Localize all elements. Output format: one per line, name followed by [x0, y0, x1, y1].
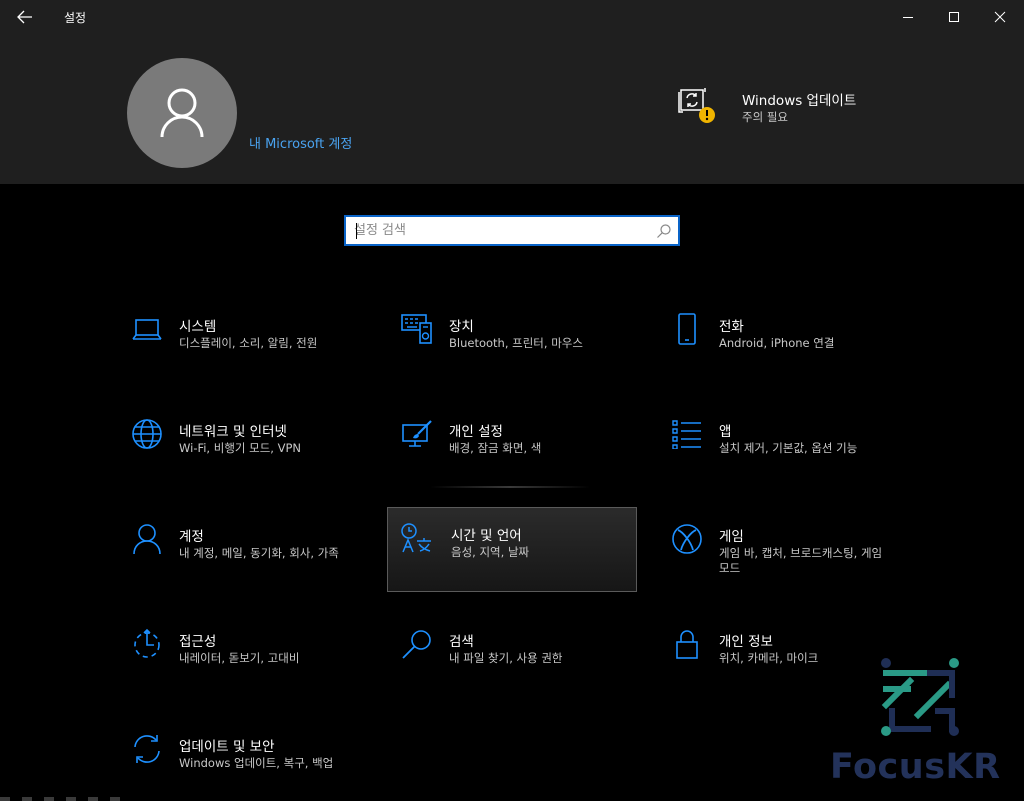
category-label: 시간 및 언어 — [451, 528, 522, 544]
minimize-button[interactable] — [885, 0, 931, 34]
back-button[interactable] — [12, 5, 38, 29]
category-description: 설치 제거, 기본값, 옵션 기능 — [719, 441, 858, 455]
close-button[interactable] — [977, 0, 1023, 34]
category-description: 내 계정, 메일, 동기화, 회사, 가족 — [179, 546, 339, 560]
devices-icon — [400, 312, 434, 346]
laptop-icon — [130, 312, 164, 346]
apps-list-icon — [670, 417, 704, 451]
category-devices[interactable]: 장치 Bluetooth, 프린터, 마우스 — [400, 312, 650, 396]
category-label: 앱 — [719, 424, 732, 440]
category-label: 게임 — [719, 529, 744, 545]
category-label: 장치 — [449, 319, 474, 335]
search-input[interactable] — [354, 220, 650, 241]
watermark: FocusKR — [830, 655, 1020, 795]
watermark-logo-icon — [881, 658, 959, 736]
category-time-language[interactable]: 시간 및 언어 음성, 지역, 날짜 — [387, 507, 637, 592]
avatar[interactable] — [127, 58, 237, 168]
category-label: 시스템 — [179, 319, 217, 335]
category-phone[interactable]: 전화 Android, iPhone 연결 — [670, 312, 920, 396]
category-ease-of-access[interactable]: 접근성 내레이터, 돋보기, 고대비 — [130, 627, 380, 711]
category-description: Windows 업데이트, 복구, 백업 — [179, 756, 334, 770]
category-update-security[interactable]: 업데이트 및 보안 Windows 업데이트, 복구, 백업 — [130, 732, 380, 801]
category-apps[interactable]: 앱 설치 제거, 기본값, 옵션 기능 — [670, 417, 920, 501]
magnifier-icon — [657, 224, 671, 238]
text-caret — [356, 223, 357, 239]
user-icon — [160, 88, 204, 138]
ease-of-access-icon — [130, 627, 164, 661]
settings-search-box[interactable] — [344, 215, 680, 246]
search-button[interactable] — [656, 223, 672, 239]
category-label: 접근성 — [179, 634, 217, 650]
category-description: 게임 바, 캡처, 브로드캐스팅, 게임 모드 — [719, 546, 883, 575]
category-gaming[interactable]: 게임 게임 바, 캡처, 브로드캐스팅, 게임 모드 — [670, 522, 920, 606]
category-label: 네트워크 및 인터넷 — [179, 424, 287, 440]
maximize-button[interactable] — [931, 0, 977, 34]
category-description: Android, iPhone 연결 — [719, 336, 835, 350]
category-description: 음성, 지역, 날짜 — [451, 545, 530, 559]
category-label: 업데이트 및 보안 — [179, 739, 275, 755]
category-description: Bluetooth, 프린터, 마우스 — [449, 336, 583, 350]
category-system[interactable]: 시스템 디스플레이, 소리, 알림, 전원 — [130, 312, 380, 396]
category-personalization[interactable]: 개인 설정 배경, 잠금 화면, 색 — [400, 417, 650, 501]
category-label: 계정 — [179, 529, 204, 545]
taskbar-edge — [0, 797, 130, 801]
hover-highlight — [430, 486, 590, 488]
maximize-icon — [949, 12, 959, 22]
category-description: 내 파일 찾기, 사용 권한 — [449, 651, 563, 665]
category-description: 내레이터, 돋보기, 고대비 — [179, 651, 300, 665]
category-description: 디스플레이, 소리, 알림, 전원 — [179, 336, 318, 350]
window-title: 설정 — [64, 11, 87, 25]
category-label: 전화 — [719, 319, 744, 335]
category-network[interactable]: 네트워크 및 인터넷 Wi-Fi, 비행기 모드, VPN — [130, 417, 380, 501]
sync-icon — [130, 732, 164, 766]
category-description: 배경, 잠금 화면, 색 — [449, 441, 542, 455]
update-status-icon[interactable] — [676, 84, 718, 126]
close-icon — [994, 11, 1006, 23]
xbox-icon — [670, 522, 704, 556]
time-language-icon — [400, 521, 434, 555]
category-search[interactable]: 검색 내 파일 찾기, 사용 권한 — [400, 627, 650, 711]
header-panel: 내 Microsoft 계정 Windows 업데이트 주의 필요 — [0, 34, 1024, 184]
minimize-icon — [903, 17, 913, 18]
watermark-text: FocusKR — [830, 747, 1001, 787]
person-icon — [130, 522, 164, 556]
arrow-left-icon — [17, 10, 32, 24]
category-label: 개인 설정 — [449, 424, 503, 440]
search-icon — [400, 627, 434, 661]
paint-icon — [400, 417, 434, 451]
update-warning-icon — [678, 88, 715, 123]
category-accounts[interactable]: 계정 내 계정, 메일, 동기화, 회사, 가족 — [130, 522, 380, 606]
category-label: 개인 정보 — [719, 634, 773, 650]
phone-icon — [670, 312, 704, 346]
category-description: Wi-Fi, 비행기 모드, VPN — [179, 441, 302, 455]
microsoft-account-link[interactable]: 내 Microsoft 계정 — [249, 133, 352, 152]
category-label: 검색 — [449, 634, 474, 650]
update-status-title[interactable]: Windows 업데이트 — [742, 89, 856, 109]
lock-icon — [670, 627, 704, 661]
globe-icon — [130, 417, 164, 451]
title-bar: 설정 — [0, 0, 1024, 34]
update-status-subtitle: 주의 필요 — [742, 110, 788, 124]
